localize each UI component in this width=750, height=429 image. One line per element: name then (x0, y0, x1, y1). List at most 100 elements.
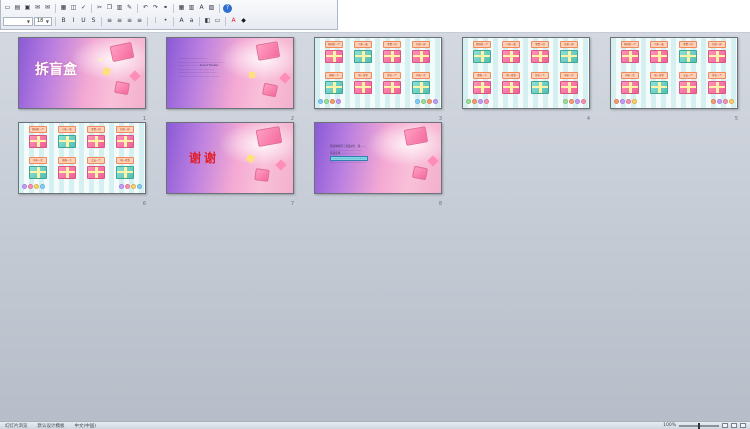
gift-card-label: 零食一份 (531, 41, 549, 48)
slide-thumbnail[interactable]: 咖啡给一个 可乐一瓶 零食一份 奶茶一杯 拥抱一下 唱一首歌 签名一个 再来一次 (314, 37, 442, 109)
chart-icon[interactable]: ▥ (187, 4, 196, 13)
new-slide-icon[interactable]: ▭ (213, 17, 222, 26)
toolbar-separator (137, 3, 138, 13)
numbering-icon[interactable]: ⋮ (151, 17, 160, 26)
print-preview-icon[interactable]: ◫ (69, 4, 78, 13)
justify-icon[interactable]: ≡ (135, 17, 144, 26)
candy-icon (632, 99, 637, 104)
help-icon[interactable]: ? (223, 3, 232, 13)
gift-box-icon (621, 50, 639, 63)
design-icon[interactable]: ◧ (203, 17, 212, 26)
fill-color-icon[interactable]: ◆ (239, 17, 248, 26)
slide-4-cell[interactable]: 咖啡给一个 可乐一瓶 零食一份 奶茶一杯 拥抱一下 唱一首歌 签名一个 再来一次 4 (462, 37, 590, 122)
gift-box-icon (383, 81, 401, 94)
table-icon[interactable]: ▦ (177, 4, 186, 13)
email-icon[interactable]: ✉ (43, 4, 52, 13)
gift-card: 零食一份 (677, 41, 699, 64)
zoom-slider[interactable] (679, 422, 719, 429)
gift-card: 咖啡给一个 (27, 126, 49, 149)
candy-icon (318, 99, 323, 104)
slide-thumbnail[interactable]: 恭喜你获得了奖品1份，请…………………………………… 获奖名单…………………………… (314, 122, 442, 194)
slide-1-cell[interactable]: 拆盲盒 1 (18, 37, 146, 122)
hyperlink-icon[interactable]: ⚭ (161, 4, 170, 13)
slide-thumbnail[interactable]: 咖啡给一个 可乐一瓶 零食一份 奶茶一杯 再来一次 唱一首歌 交友一个 签名一个 (610, 37, 738, 109)
slide-7-cell[interactable]: 谢谢 7 (166, 122, 294, 207)
gift-card-label: 零食一份 (87, 126, 105, 133)
gift-card: 可乐一瓶 (56, 126, 78, 149)
print-icon[interactable]: ▦ (59, 4, 68, 13)
align-center-icon[interactable]: ≡ (115, 17, 124, 26)
gift-box-icon (87, 135, 105, 148)
undo-icon[interactable]: ↶ (141, 4, 150, 13)
candy-icon (581, 99, 586, 104)
gift-card: 可乐一瓶 (352, 41, 374, 64)
slide-title: 谢谢 (189, 151, 220, 165)
align-left-icon[interactable]: ≡ (105, 17, 114, 26)
bullets-icon[interactable]: • (161, 17, 170, 26)
gift-card-label: 零食一份 (679, 41, 697, 48)
save-icon[interactable]: ▣ (23, 4, 32, 13)
gift-card: 交友一个 (85, 157, 107, 180)
slide-number: 6 (142, 201, 146, 207)
font-size-combo[interactable]: 18 ▼ (34, 16, 52, 26)
gift-box-icon (679, 50, 697, 63)
gift-card-label: 唱一首歌 (116, 157, 134, 164)
slide-6-cell[interactable]: 咖啡给一个 可乐一瓶 零食一份 奶茶一杯 再来一次 拥抱一下 交友一个 唱一首歌 6 (18, 122, 146, 207)
permission-icon[interactable]: ✉ (33, 4, 42, 13)
slideshow-button[interactable] (740, 423, 746, 428)
candy-icon (427, 99, 432, 104)
format-painter-icon[interactable]: ✎ (125, 4, 134, 13)
bold-icon[interactable]: B (59, 17, 68, 26)
paste-icon[interactable]: ▥ (115, 4, 124, 13)
slide-thumbnail[interactable]: 咖啡给一个 可乐一瓶 零食一份 奶茶一杯 拥抱一下 唱一首歌 签名一个 再来一次 (462, 37, 590, 109)
zoom-slider-knob[interactable] (698, 422, 700, 429)
underline-icon[interactable]: U (79, 17, 88, 26)
open-icon[interactable]: ▤ (13, 4, 22, 13)
slide-thumbnail[interactable]: 谢谢 (166, 122, 294, 194)
shadow-icon[interactable]: S (89, 17, 98, 26)
gift-card: 咖啡给一个 (471, 41, 493, 64)
zoom-level[interactable]: 100% (663, 423, 676, 428)
candy-icon (484, 99, 489, 104)
gift-card-label: 奶茶一杯 (560, 41, 578, 48)
slide-sorter-view-button[interactable] (731, 423, 737, 428)
normal-view-button[interactable] (722, 423, 728, 428)
font-color-icon[interactable]: A (229, 17, 238, 26)
gift-card-label: 唱一首歌 (650, 72, 668, 79)
gift-card: 可乐一瓶 (500, 41, 522, 64)
slide-thumbnail[interactable]: 咖啡给一个 可乐一瓶 零食一份 奶茶一杯 再来一次 拥抱一下 交友一个 唱一首歌 (18, 122, 146, 194)
candy-icon (28, 184, 33, 189)
decrease-font-icon[interactable]: a (187, 17, 196, 26)
gift-card: 奶茶一杯 (706, 41, 728, 64)
slide-3-cell[interactable]: 咖啡给一个 可乐一瓶 零食一份 奶茶一杯 拥抱一下 唱一首歌 签名一个 再来一次 3 (314, 37, 442, 122)
redo-icon[interactable]: ↷ (151, 4, 160, 13)
spelling-icon[interactable]: ✓ (79, 4, 88, 13)
slide-2-cell[interactable]: ………………………………………………………………………………………………… So… (166, 37, 294, 122)
align-right-icon[interactable]: ≡ (125, 17, 134, 26)
candy-icon (563, 99, 568, 104)
gift-card-label: 再来一次 (29, 157, 47, 164)
candy-icon (34, 184, 39, 189)
slide-thumbnail[interactable]: ………………………………………………………………………………………………… So… (166, 37, 294, 109)
cut-icon[interactable]: ✂ (95, 4, 104, 13)
slide-5-cell[interactable]: 咖啡给一个 可乐一瓶 零食一份 奶茶一杯 再来一次 唱一首歌 交友一个 签名一个 5 (610, 37, 738, 122)
insert-picture-icon[interactable]: ▨ (207, 4, 216, 13)
copy-icon[interactable]: ❐ (105, 4, 114, 13)
new-icon[interactable]: ▭ (3, 4, 12, 13)
slide-8-cell[interactable]: 恭喜你获得了奖品1份，请…………………………………… 获奖名单…………………………… (314, 122, 442, 207)
gift-box-icon (679, 81, 697, 94)
gift-card: 奶茶一杯 (114, 126, 136, 149)
gift-card-label: 奶茶一杯 (116, 126, 134, 133)
design-template-label: 默认设计模板 (37, 423, 65, 429)
slide-thumbnail[interactable]: 拆盲盒 (18, 37, 146, 109)
gift-card-label: 零食一份 (383, 41, 401, 48)
gift-box-icon (58, 166, 76, 179)
italic-icon[interactable]: I (69, 17, 78, 26)
font-name-combo[interactable]: ▼ (3, 16, 33, 26)
candy-icon (723, 99, 728, 104)
heart-decoration (279, 72, 291, 84)
slide-number: 7 (290, 201, 294, 207)
text-box-icon[interactable]: A (197, 4, 206, 13)
gift-card-label: 拥抱一下 (473, 72, 491, 79)
increase-font-icon[interactable]: A (177, 17, 186, 26)
